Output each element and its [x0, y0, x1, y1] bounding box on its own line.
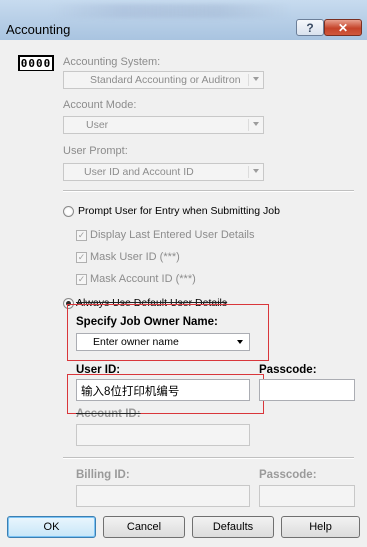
mask-account-checkbox[interactable]: ✓: [76, 274, 87, 285]
owner-name-combo[interactable]: Enter owner name: [76, 333, 250, 351]
account-id-label: Account ID:: [76, 408, 141, 420]
prompt-user-label: Prompt User for Entry when Submitting Jo…: [78, 205, 280, 217]
account-mode-dropdown[interactable]: User: [63, 116, 264, 134]
chevron-down-icon: [253, 169, 259, 173]
defaults-button[interactable]: Defaults: [192, 516, 274, 538]
counter-icon: 0000: [18, 55, 54, 71]
display-last-checkbox[interactable]: ✓: [76, 230, 87, 241]
chevron-down-icon: [253, 122, 259, 126]
title-blur-overlay: [50, 4, 290, 18]
prompt-user-radio[interactable]: [63, 206, 74, 217]
passcode-input[interactable]: [259, 379, 355, 401]
billing-passcode-label: Passcode:: [259, 469, 317, 481]
user-id-input[interactable]: 输入8位打印机编号: [76, 379, 250, 401]
account-mode-value: User: [86, 119, 109, 131]
title-help-button[interactable]: ?: [296, 19, 324, 36]
mask-user-checkbox[interactable]: ✓: [76, 252, 87, 263]
accounting-system-value: Standard Accounting or Auditron: [90, 74, 241, 86]
chevron-down-icon: [237, 340, 243, 344]
display-last-label: Display Last Entered User Details: [90, 229, 255, 241]
close-button[interactable]: ✕: [324, 19, 362, 36]
help-button[interactable]: Help: [281, 516, 360, 538]
cancel-button[interactable]: Cancel: [103, 516, 185, 538]
mask-account-label: Mask Account ID (***): [90, 273, 196, 285]
chevron-down-icon: [253, 77, 259, 81]
mask-user-label: Mask User ID (***): [90, 251, 180, 263]
account-id-input[interactable]: [76, 424, 250, 446]
accounting-system-label: Accounting System:: [63, 56, 161, 68]
accounting-system-dropdown[interactable]: Standard Accounting or Auditron: [63, 71, 264, 89]
ok-button[interactable]: OK: [7, 516, 96, 538]
billing-id-label: Billing ID:: [76, 469, 130, 481]
window-title: Accounting: [6, 22, 71, 37]
billing-passcode-input[interactable]: [259, 485, 355, 507]
owner-name-value: Enter owner name: [93, 336, 179, 348]
user-prompt-label: User Prompt:: [63, 145, 128, 157]
divider: [63, 190, 354, 192]
account-mode-label: Account Mode:: [63, 99, 137, 111]
user-prompt-value: User ID and Account ID: [84, 166, 194, 178]
billing-id-input[interactable]: [76, 485, 250, 507]
passcode-label: Passcode:: [259, 364, 317, 376]
title-bar: Accounting ? ✕: [0, 0, 367, 41]
owner-name-label: Specify Job Owner Name:: [76, 316, 218, 328]
divider: [63, 457, 354, 459]
user-prompt-dropdown[interactable]: User ID and Account ID: [63, 163, 264, 181]
user-id-value: 输入8位打印机编号: [81, 386, 180, 398]
